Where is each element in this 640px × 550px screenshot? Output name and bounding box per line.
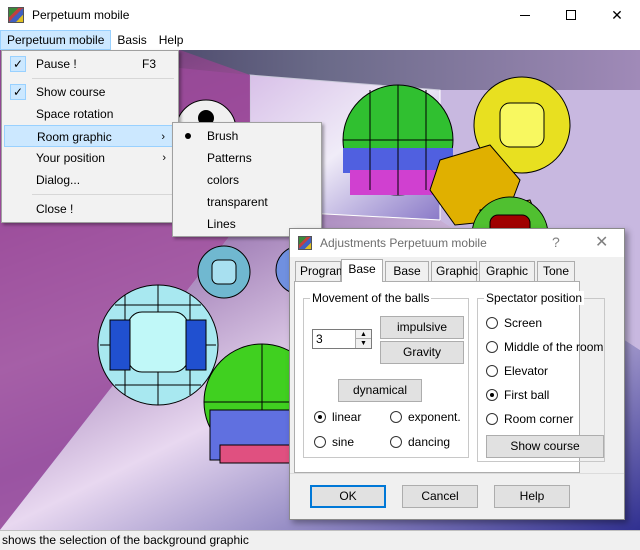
menu-perpetuum-mobile[interactable]: Perpetuum mobile	[0, 30, 112, 50]
tab-program[interactable]: Program	[295, 261, 346, 281]
radio-icon	[486, 341, 498, 353]
radio-icon	[486, 317, 498, 329]
tab-tone[interactable]: Tone	[537, 261, 575, 281]
radio-label: linear	[332, 410, 362, 424]
submenu-item-brush[interactable]: Brush	[175, 125, 319, 147]
tab-panel-base: Movement of the balls 3 ▲ ▼ impulsive Gr…	[294, 281, 605, 473]
group-legend: Movement of the balls	[310, 291, 432, 305]
speed-value: 3	[316, 332, 323, 346]
impulsive-button[interactable]: impulsive	[380, 316, 464, 339]
minimize-icon	[520, 14, 530, 16]
spin-up-icon[interactable]: ▲	[355, 330, 371, 339]
radio-label: sine	[332, 435, 355, 449]
submenu-item-colors[interactable]: colors	[175, 169, 319, 191]
submenu-item-label: transparent	[207, 195, 268, 209]
app-icon	[298, 236, 312, 250]
close-icon: ✕	[611, 6, 623, 23]
menu-item-your-position[interactable]: Your position ›	[4, 147, 176, 169]
menu-help[interactable]: Help	[153, 30, 190, 50]
movement-group: Movement of the balls 3 ▲ ▼ impulsive Gr…	[303, 291, 469, 458]
adjustments-dialog: Adjustments Perpetuum mobile ? ✕ Program…	[289, 228, 625, 520]
menu-item-pause[interactable]: ✓ Pause ! F3	[4, 53, 176, 75]
submenu-item-label: Lines	[207, 217, 236, 231]
app-icon	[8, 7, 24, 23]
group-legend: Spectator position	[484, 291, 585, 305]
submenu-item-label: colors	[207, 173, 240, 187]
chevron-right-icon: ›	[162, 152, 166, 164]
title-bar: Perpetuum mobile ✕	[0, 0, 640, 30]
check-icon: ✓	[10, 56, 26, 72]
menu-separator	[32, 78, 174, 79]
menu-item-label: Close !	[36, 202, 74, 216]
maximize-icon	[566, 10, 576, 20]
radio-icon	[486, 389, 498, 401]
radio-icon	[486, 413, 498, 425]
menu-item-room-graphic[interactable]: Room graphic ›	[4, 125, 176, 147]
submenu-item-label: Brush	[207, 129, 239, 143]
help-icon[interactable]: ?	[552, 234, 560, 250]
minimize-button[interactable]	[502, 0, 548, 30]
tab-base[interactable]: Base	[341, 259, 383, 282]
radio-icon	[314, 411, 326, 423]
show-course-button[interactable]: Show course	[486, 435, 604, 458]
menu-item-label: Space rotation	[36, 107, 114, 121]
spin-down-icon[interactable]: ▼	[355, 339, 371, 348]
dialog-title: Adjustments Perpetuum mobile	[320, 236, 487, 250]
radio-icon	[314, 436, 326, 448]
room-graphic-submenu: Brush Patterns colors transparent Lines	[172, 122, 322, 237]
check-icon: ✓	[10, 84, 26, 100]
status-bar: shows the selection of the background gr…	[0, 530, 640, 550]
radio-icon	[390, 436, 402, 448]
cancel-button[interactable]: Cancel	[402, 485, 478, 508]
tab-graphic[interactable]: Graphic	[431, 261, 478, 281]
spectator-group: Spectator position Screen Middle of the …	[477, 291, 605, 462]
close-icon[interactable]: ✕	[595, 232, 608, 252]
menu-item-label: Show course	[36, 85, 106, 99]
perpetuum-mobile-menu: ✓ Pause ! F3 ✓ Show course Space rotatio…	[1, 50, 179, 223]
menu-bar: Perpetuum mobile Basis Help	[0, 30, 640, 50]
ball-left	[97, 284, 219, 406]
menu-item-close[interactable]: Close !	[4, 198, 176, 220]
submenu-item-transparent[interactable]: transparent	[175, 191, 319, 213]
radio-icon	[390, 411, 402, 423]
tab-base-2[interactable]: Base 2	[385, 261, 429, 296]
radio-label: dancing	[408, 435, 451, 449]
menu-item-accelerator: F3	[141, 57, 156, 71]
menu-item-space-rotation[interactable]: Space rotation	[4, 103, 176, 125]
radio-label: Middle of the room	[504, 340, 604, 354]
menu-separator	[32, 194, 174, 195]
menu-item-label: Pause !	[36, 57, 77, 71]
dialog-title-bar: Adjustments Perpetuum mobile ? ✕	[290, 229, 624, 257]
ok-button[interactable]: OK	[310, 485, 386, 508]
menu-item-show-course[interactable]: ✓ Show course	[4, 81, 176, 103]
dynamical-button[interactable]: dynamical	[338, 379, 422, 402]
dialog-divider	[290, 473, 624, 474]
maximize-button[interactable]	[548, 0, 594, 30]
radio-label: Room corner	[504, 412, 574, 426]
tab-graphic-2[interactable]: Graphic 2	[479, 261, 535, 296]
radio-label: Screen	[504, 316, 543, 330]
menu-item-dialog[interactable]: Dialog...	[4, 169, 176, 191]
radio-label: First ball	[504, 388, 550, 402]
close-button[interactable]: ✕	[594, 0, 640, 30]
radio-label: exponent.	[408, 410, 461, 424]
speed-stepper[interactable]: 3 ▲ ▼	[312, 329, 372, 349]
chevron-right-icon: ›	[161, 131, 165, 143]
menu-item-label: Your position	[36, 151, 105, 165]
radio-label: Elevator	[504, 364, 549, 378]
window-title: Perpetuum mobile	[32, 8, 130, 22]
menu-basis[interactable]: Basis	[111, 30, 152, 50]
submenu-item-patterns[interactable]: Patterns	[175, 147, 319, 169]
menu-item-label: Room graphic	[37, 130, 112, 144]
help-button[interactable]: Help	[494, 485, 570, 508]
submenu-item-label: Patterns	[207, 151, 252, 165]
ball-small-teal	[197, 245, 251, 299]
radio-bullet-icon	[185, 133, 191, 139]
gravity-button[interactable]: Gravity	[380, 341, 464, 364]
radio-icon	[486, 365, 498, 377]
menu-item-label: Dialog...	[36, 173, 81, 187]
